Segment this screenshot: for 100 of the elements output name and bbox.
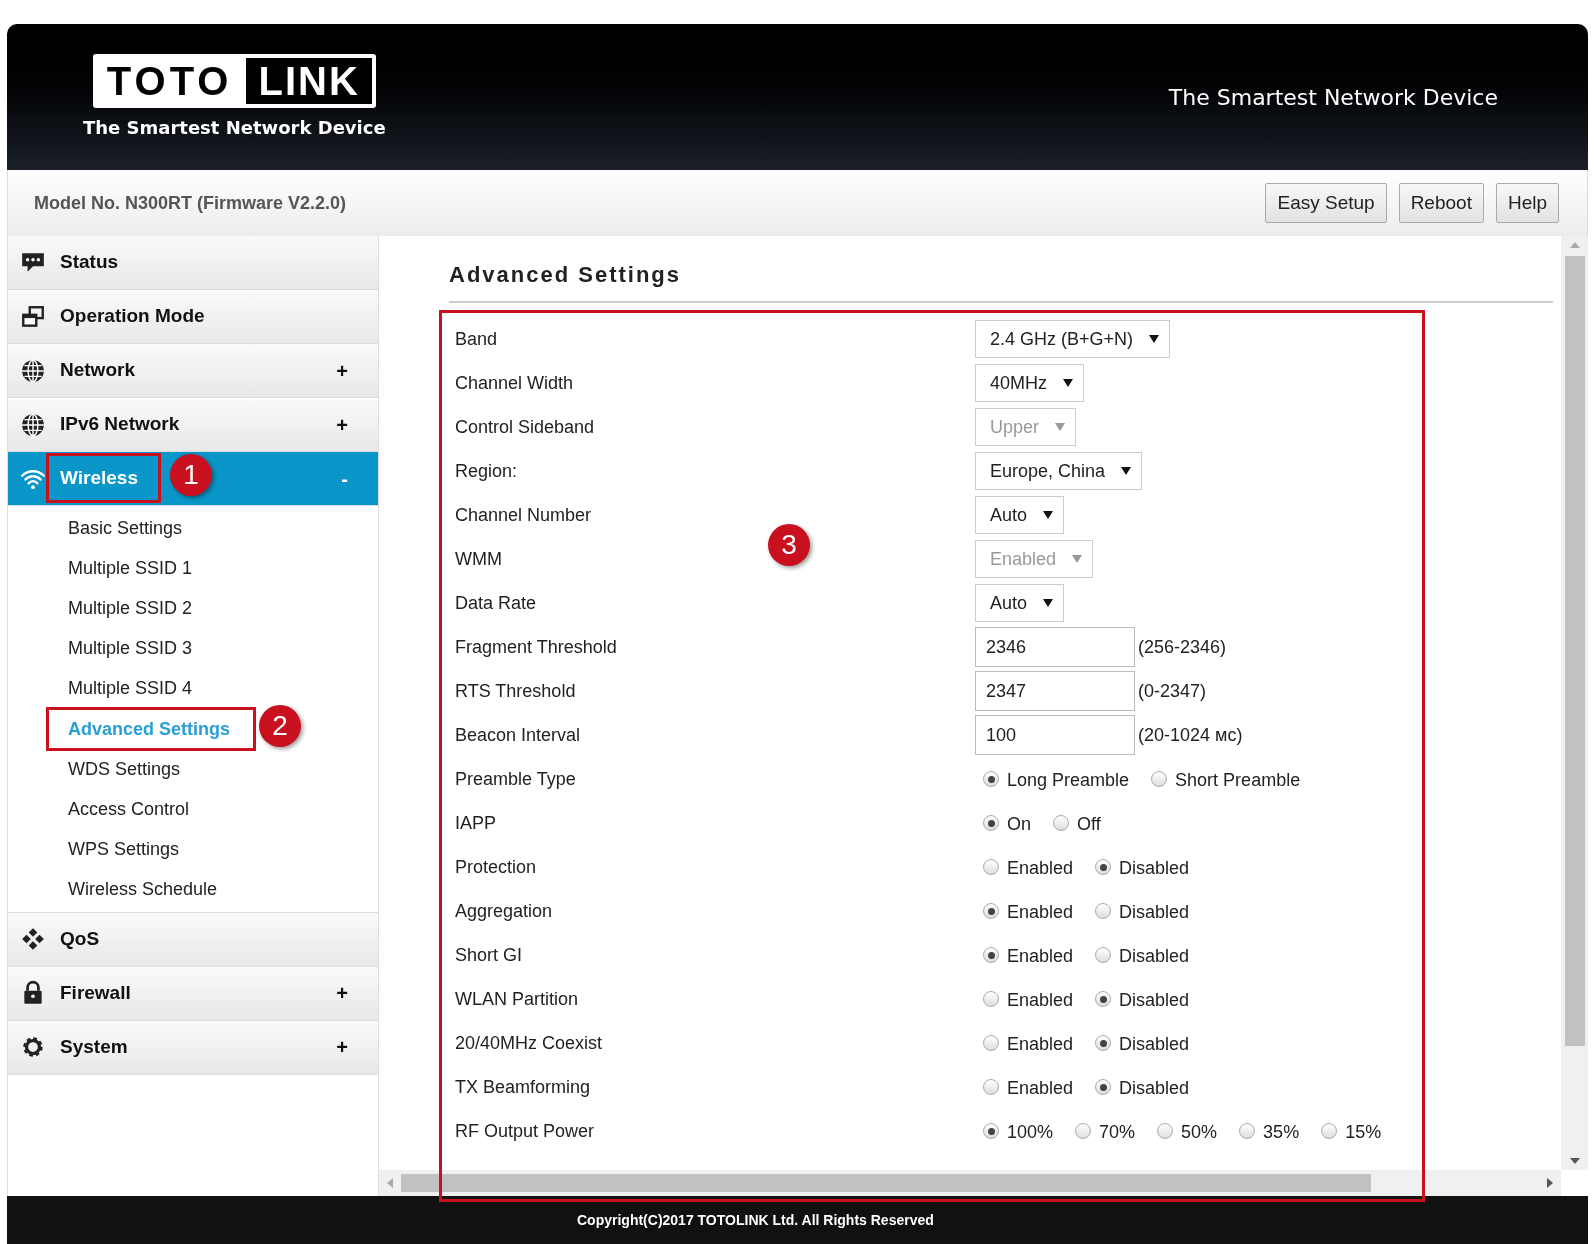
submenu-item[interactable]: Basic Settings xyxy=(68,508,183,549)
radio-option[interactable]: Enabled xyxy=(983,852,1074,882)
radio-button[interactable] xyxy=(983,903,999,919)
radio-button[interactable] xyxy=(1157,1123,1174,1139)
globe-icon xyxy=(20,411,46,438)
field-label: TX Beamforming xyxy=(455,1075,592,1099)
radio-button[interactable] xyxy=(1151,771,1168,787)
radio-option[interactable]: Disabled xyxy=(1095,984,1190,1014)
toolbar-button[interactable]: Help xyxy=(1495,183,1559,223)
submenu-item[interactable]: Access Control xyxy=(68,789,190,830)
range-hint: (20-1024 мс) xyxy=(1138,723,1243,747)
radio-option[interactable]: Short Preamble xyxy=(1151,764,1301,794)
radio-button[interactable] xyxy=(1095,1079,1112,1095)
radio-option[interactable]: Disabled xyxy=(1095,1028,1190,1058)
radio-option[interactable]: 35% xyxy=(1239,1116,1300,1146)
submenu-item[interactable]: Wireless Schedule xyxy=(68,869,218,910)
field-label: Band xyxy=(455,327,499,351)
radio-button[interactable] xyxy=(1095,859,1112,875)
sidebar-item[interactable]: Operation Mode xyxy=(8,290,378,344)
field-label: Preamble Type xyxy=(455,767,577,791)
range-hint: (256-2346) xyxy=(1138,635,1227,659)
submenu-item[interactable]: WDS Settings xyxy=(68,749,181,790)
dropdown[interactable]: Europe, China xyxy=(975,452,1143,490)
sidebar-item-label: IPv6 Network xyxy=(60,412,180,437)
dropdown-arrow-icon xyxy=(1063,379,1073,387)
dropdown: Upper xyxy=(975,408,1077,446)
radio-button[interactable] xyxy=(983,1035,999,1051)
field-label: Beacon Interval xyxy=(455,723,582,747)
sidebar-item[interactable]: Network + xyxy=(8,344,378,398)
sidebar-item[interactable]: Firewall + xyxy=(8,966,378,1021)
radio-button[interactable] xyxy=(1239,1123,1256,1139)
radio-option[interactable]: Enabled xyxy=(983,940,1074,970)
range-hint: (0-2347) xyxy=(1138,679,1207,703)
submenu-item[interactable]: Multiple SSID 2 xyxy=(68,588,193,629)
sidebar-item[interactable]: Status xyxy=(8,236,378,290)
toolbar-button[interactable]: Easy Setup xyxy=(1265,183,1387,223)
sidebar-item-label: Firewall xyxy=(60,981,131,1006)
field-label: Data Rate xyxy=(455,591,538,615)
submenu-item[interactable]: WPS Settings xyxy=(68,829,180,870)
radio-button[interactable] xyxy=(983,1123,999,1139)
submenu-item[interactable]: Multiple SSID 4 xyxy=(68,668,193,709)
vertical-scrollbar[interactable] xyxy=(1561,236,1588,1170)
dropdown[interactable]: 2.4 GHz (B+G+N) xyxy=(975,320,1171,358)
radio-button[interactable] xyxy=(983,815,999,831)
dropdown[interactable]: Auto xyxy=(975,584,1065,622)
input-field[interactable]: 2346 xyxy=(975,627,1135,667)
globe-icon xyxy=(20,357,46,384)
dropdown: Enabled xyxy=(975,540,1094,578)
radio-option[interactable]: Long Preamble xyxy=(983,764,1130,794)
radio-button[interactable] xyxy=(1095,903,1112,919)
radio-option[interactable]: Enabled xyxy=(983,896,1074,926)
sidebar-item-label: Network xyxy=(60,358,135,383)
radio-option[interactable]: Disabled xyxy=(1095,940,1190,970)
radio-button[interactable] xyxy=(1095,1035,1112,1051)
radio-button[interactable] xyxy=(1095,947,1112,963)
radio-button[interactable] xyxy=(1053,815,1069,831)
radio-button[interactable] xyxy=(983,859,999,875)
radio-option[interactable]: 50% xyxy=(1157,1116,1218,1146)
field-label: Channel Number xyxy=(455,503,593,527)
dropdown[interactable]: Auto xyxy=(975,496,1065,534)
radio-option[interactable]: 100% xyxy=(983,1116,1054,1146)
toolbar-button[interactable]: Reboot xyxy=(1398,183,1484,223)
horizontal-scrollbar[interactable] xyxy=(379,1170,1561,1196)
radio-option[interactable]: 70% xyxy=(1075,1116,1136,1146)
radio-option[interactable]: Enabled xyxy=(983,984,1074,1014)
sidebar-item[interactable]: IPv6 Network + xyxy=(8,398,378,452)
radio-option[interactable]: Disabled xyxy=(1095,852,1190,882)
radio-button[interactable] xyxy=(983,947,999,963)
radio-option[interactable]: Disabled xyxy=(1095,896,1190,926)
radio-option[interactable]: Off xyxy=(1053,808,1101,838)
radio-option[interactable]: Enabled xyxy=(983,1028,1074,1058)
radio-option[interactable]: 15% xyxy=(1321,1116,1382,1146)
submenu-item[interactable]: Multiple SSID 1 xyxy=(68,548,193,589)
copyright-text: Copyright(C)2017 TOTOLINK Ltd. All Rights Reserved xyxy=(577,1210,934,1230)
sidebar-item-label: Wireless xyxy=(60,466,138,491)
radio-button[interactable] xyxy=(983,771,999,787)
radio-button[interactable] xyxy=(1095,991,1112,1007)
radio-option[interactable]: On xyxy=(983,808,1031,838)
field-label: WMM xyxy=(455,547,503,571)
radio-button[interactable] xyxy=(1075,1123,1092,1139)
sidebar-item-label: Operation Mode xyxy=(60,304,205,329)
submenu-item[interactable]: Multiple SSID 3 xyxy=(68,628,193,669)
radio-option[interactable]: Enabled xyxy=(983,1072,1074,1102)
dropdown[interactable]: 40MHz xyxy=(975,364,1084,402)
radio-button[interactable] xyxy=(983,991,999,1007)
field-label: Aggregation xyxy=(455,899,554,923)
sidebar-item[interactable]: QoS xyxy=(8,912,378,967)
windows-icon xyxy=(20,303,46,330)
dropdown-arrow-icon xyxy=(1149,335,1160,343)
radio-option[interactable]: Disabled xyxy=(1095,1072,1190,1102)
input-field[interactable]: 2347 xyxy=(975,671,1135,711)
expand-sign: + xyxy=(336,1035,348,1061)
sidebar-item[interactable]: System + xyxy=(8,1020,378,1075)
logo: TOTO LINK xyxy=(92,53,376,108)
field-label: IAPP xyxy=(455,811,498,835)
logo-tagline: The Smartest Network Device xyxy=(83,115,386,140)
field-label: WLAN Partition xyxy=(455,987,580,1011)
input-field[interactable]: 100 xyxy=(975,715,1135,755)
radio-button[interactable] xyxy=(983,1079,999,1095)
radio-button[interactable] xyxy=(1321,1123,1338,1139)
